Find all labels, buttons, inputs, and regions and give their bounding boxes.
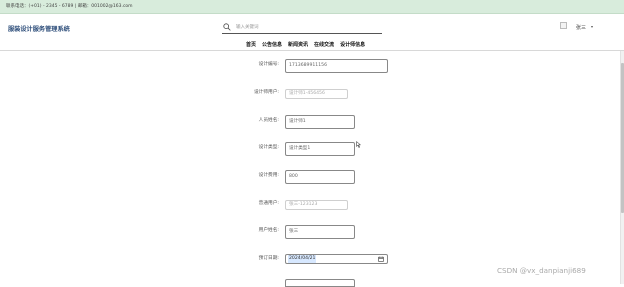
field-label: 用户姓名: [258, 228, 279, 233]
vertical-scrollbar[interactable] [620, 51, 624, 284]
search-input[interactable] [236, 22, 376, 33]
watermark: CSDN @vx_danpianji689 [497, 266, 586, 275]
form-row-customer-user: 普通用户: 张三-123123 [0, 198, 624, 212]
design-fee-field[interactable]: 800 [285, 170, 355, 184]
form-row-booking-date: 预订日期: 2024/04/21 [0, 253, 624, 267]
form-row-design-number: 设计编号: 1713689911156 [0, 59, 624, 73]
form-row-design-type: 设计类型: 设计类型1 [0, 142, 624, 156]
field-label: 普通用户: [258, 201, 279, 206]
design-type-field[interactable]: 设计类型1 [285, 142, 355, 156]
mouse-cursor-icon [356, 141, 361, 148]
customer-user-field[interactable]: 张三-123123 [285, 200, 348, 210]
booking-date-value[interactable]: 2024/04/21 [288, 255, 317, 263]
calendar-icon[interactable] [378, 256, 384, 262]
search-icon[interactable] [223, 23, 231, 31]
user-menu[interactable]: 张三 ▾ [560, 22, 600, 36]
partial-next-field[interactable] [285, 279, 355, 287]
form-row-person-name: 人员姓名: 设计师1 [0, 115, 624, 129]
field-label: 预订日期: [258, 256, 279, 261]
customer-name-field[interactable]: 张三 [285, 225, 355, 239]
site-header: 服装设计服务管理系统 张三 ▾ 首页 公告信息 新闻资讯 在线交流 设计师信息 [0, 14, 624, 50]
booking-date-field[interactable]: 2024/04/21 [285, 254, 388, 264]
field-label: 设计编号: [258, 62, 279, 67]
contact-text: 联系电话：(+01) - 2345 - 6789 | 邮箱：001002@163… [6, 4, 133, 9]
field-label: 设计师用户: [253, 90, 279, 95]
contact-bar: 联系电话：(+01) - 2345 - 6789 | 邮箱：001002@163… [0, 0, 624, 14]
booking-form: 设计编号: 1713689911156 设计师用户: 设计师1-456456 人… [0, 51, 624, 284]
form-row-designer-user: 设计师用户: 设计师1-456456 [0, 87, 624, 101]
field-label: 人员姓名: [258, 118, 279, 123]
site-title: 服装设计服务管理系统 [8, 26, 70, 33]
avatar[interactable] [560, 22, 567, 29]
field-label: 设计类型: [258, 145, 279, 150]
form-row-customer-name: 用户姓名: 张三 [0, 225, 624, 239]
field-label: 设计费用: [258, 173, 279, 178]
design-number-field[interactable]: 1713689911156 [285, 59, 388, 73]
form-row-design-fee: 设计费用: 800 [0, 170, 624, 184]
designer-user-field[interactable]: 设计师1-456456 [285, 89, 348, 99]
person-name-field[interactable]: 设计师1 [285, 115, 355, 129]
chevron-down-icon[interactable]: ▾ [591, 24, 593, 29]
username[interactable]: 张三 [576, 24, 586, 31]
search-bar [222, 22, 382, 34]
